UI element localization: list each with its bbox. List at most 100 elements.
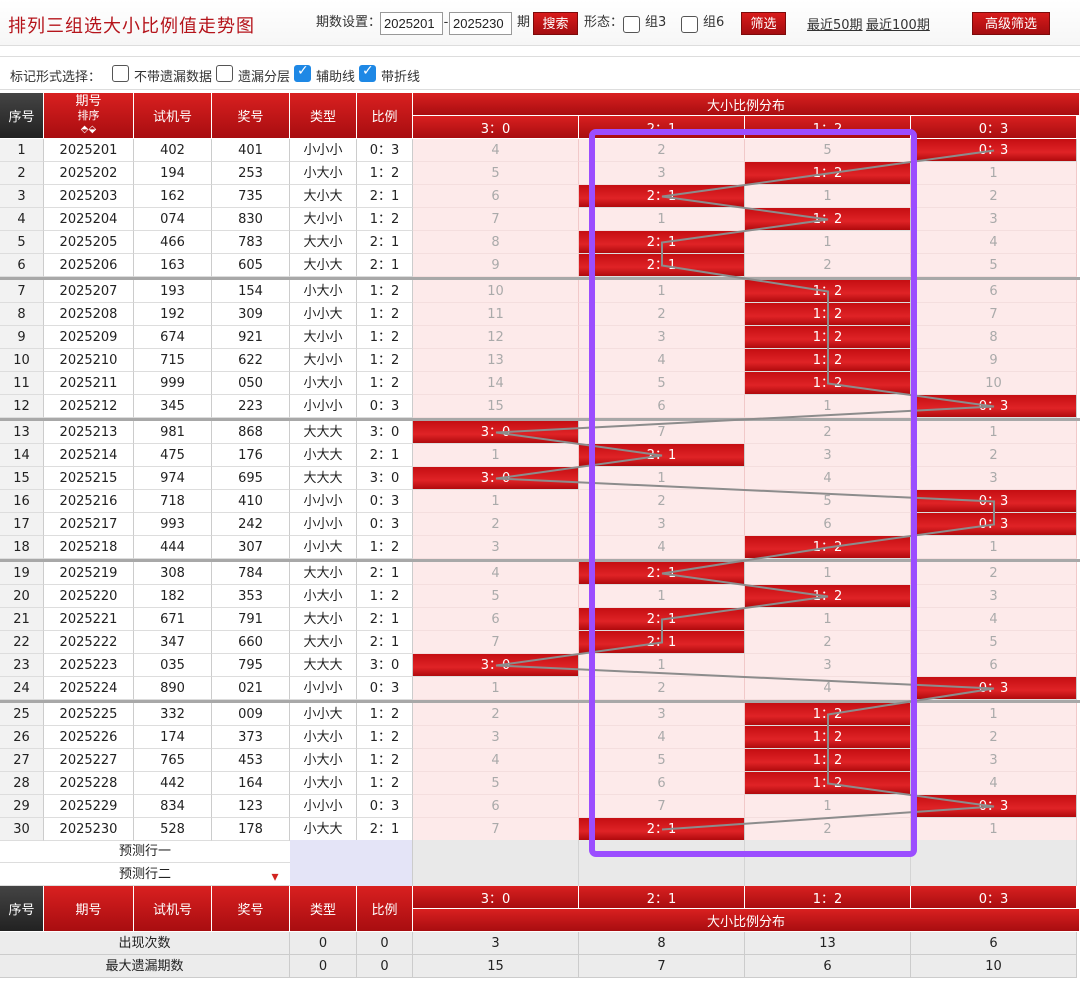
predict-dist-cell[interactable] xyxy=(911,840,1077,863)
header-sort-label[interactable]: 排序 xyxy=(78,109,100,123)
no-omission-checkbox[interactable] xyxy=(112,65,129,82)
predict-dist-cell[interactable] xyxy=(579,840,745,863)
row-type: 大小小 xyxy=(290,349,357,372)
row-period: 2025225 xyxy=(44,703,134,726)
row-draw-number: 735 xyxy=(212,185,290,208)
omission-cell: 2 xyxy=(579,490,745,513)
header-type: 类型 xyxy=(290,93,357,139)
group6-checkbox[interactable] xyxy=(681,16,698,33)
row-draw-number: 307 xyxy=(212,536,290,559)
row-seq: 6 xyxy=(0,254,44,277)
header-ratio-col-0: 3：0 xyxy=(413,116,579,139)
omission-cell: 2 xyxy=(413,703,579,726)
row-draw-number: 830 xyxy=(212,208,290,231)
omission-cell: 4 xyxy=(413,139,579,162)
predict-dist-cell[interactable] xyxy=(579,863,745,886)
omission-cell: 7 xyxy=(413,208,579,231)
search-button[interactable]: 搜索 xyxy=(533,12,578,35)
row-test-number: 993 xyxy=(134,513,212,536)
row-test-number: 162 xyxy=(134,185,212,208)
omission-cell: 5 xyxy=(911,254,1077,277)
footer-header-distribution: 大小比例分布 xyxy=(413,909,1080,932)
row-test-number: 163 xyxy=(134,254,212,277)
omission-cell: 6 xyxy=(413,185,579,208)
sort-arrows-icon[interactable]: ⬘⬙ xyxy=(81,123,96,137)
omission-cell: 1 xyxy=(579,208,745,231)
period-from-input[interactable]: 2025201 xyxy=(380,12,443,35)
ratio-hit-cell: 1：2 xyxy=(745,208,911,231)
omission-cell: 10 xyxy=(911,372,1077,395)
omission-layer-checkbox[interactable] xyxy=(216,65,233,82)
omission-cell: 2 xyxy=(911,185,1077,208)
predict-dist-cell[interactable] xyxy=(413,863,579,886)
row-period: 2025202 xyxy=(44,162,134,185)
footer-header-ratio-col-3: 0：3 xyxy=(911,886,1077,909)
row-test-number: 981 xyxy=(134,421,212,444)
recent-50-link[interactable]: 最近50期 xyxy=(807,14,863,33)
row-ratio: 0：3 xyxy=(357,395,413,418)
row-ratio: 0：3 xyxy=(357,677,413,700)
row-ratio: 1：2 xyxy=(357,585,413,608)
omission-cell: 6 xyxy=(579,395,745,418)
row-seq: 27 xyxy=(0,749,44,772)
stat-value: 6 xyxy=(911,932,1077,955)
omission-cell: 1 xyxy=(911,703,1077,726)
row-draw-number: 921 xyxy=(212,326,290,349)
row-ratio: 0：3 xyxy=(357,513,413,536)
row-seq: 25 xyxy=(0,703,44,726)
ratio-hit-cell: 0：3 xyxy=(911,795,1077,818)
guide-line-checkbox[interactable] xyxy=(294,63,311,82)
ratio-hit-cell: 2：1 xyxy=(579,185,745,208)
row-period: 2025227 xyxy=(44,749,134,772)
row-type: 大大大 xyxy=(290,654,357,677)
predict-dist-cell[interactable] xyxy=(745,863,911,886)
row-test-number: 715 xyxy=(134,349,212,372)
footer-header-type: 类型 xyxy=(290,886,357,932)
omission-cell: 1 xyxy=(911,818,1077,841)
header-ratio-col-3: 0：3 xyxy=(911,116,1077,139)
predict-input-cell[interactable] xyxy=(290,863,413,886)
group3-checkbox[interactable] xyxy=(623,16,640,33)
omission-cell: 1 xyxy=(745,395,911,418)
row-draw-number: 021 xyxy=(212,677,290,700)
advanced-filter-button[interactable]: 高级筛选 xyxy=(972,12,1050,35)
header-distribution: 大小比例分布 xyxy=(413,93,1080,116)
row-ratio: 0：3 xyxy=(357,490,413,513)
row-seq: 24 xyxy=(0,677,44,700)
omission-cell: 1 xyxy=(579,280,745,303)
row-test-number: 528 xyxy=(134,818,212,841)
header-period[interactable]: 期号 排序 ⬘⬙ xyxy=(44,93,134,139)
omission-cell: 3 xyxy=(579,703,745,726)
predict-input-cell[interactable] xyxy=(290,840,413,863)
row-seq: 19 xyxy=(0,562,44,585)
omission-cell: 3 xyxy=(579,513,745,536)
predict-dist-cell[interactable] xyxy=(745,840,911,863)
row-seq: 17 xyxy=(0,513,44,536)
predict-dist-cell[interactable] xyxy=(911,863,1077,886)
row-period: 2025212 xyxy=(44,395,134,418)
omission-cell: 7 xyxy=(579,795,745,818)
predict-dist-cell[interactable] xyxy=(413,840,579,863)
row-ratio: 1：2 xyxy=(357,326,413,349)
omission-cell: 3 xyxy=(579,162,745,185)
row-type: 小小大 xyxy=(290,536,357,559)
row-draw-number: 795 xyxy=(212,654,290,677)
omission-cell: 4 xyxy=(579,536,745,559)
row-test-number: 182 xyxy=(134,585,212,608)
filter-button[interactable]: 筛选 xyxy=(741,12,786,35)
omission-cell: 3 xyxy=(911,585,1077,608)
polyline-checkbox[interactable] xyxy=(359,63,376,82)
omission-cell: 12 xyxy=(413,326,579,349)
row-type: 小小小 xyxy=(290,395,357,418)
omission-cell: 2 xyxy=(745,818,911,841)
row-type: 大大小 xyxy=(290,562,357,585)
omission-cell: 9 xyxy=(911,349,1077,372)
recent-100-link[interactable]: 最近100期 xyxy=(866,14,930,33)
row-test-number: 765 xyxy=(134,749,212,772)
row-period: 2025219 xyxy=(44,562,134,585)
period-to-input[interactable]: 2025230 xyxy=(449,12,512,35)
omission-cell: 13 xyxy=(413,349,579,372)
omission-cell: 15 xyxy=(413,395,579,418)
row-test-number: 347 xyxy=(134,631,212,654)
down-arrow-icon: ▾ xyxy=(271,869,279,885)
